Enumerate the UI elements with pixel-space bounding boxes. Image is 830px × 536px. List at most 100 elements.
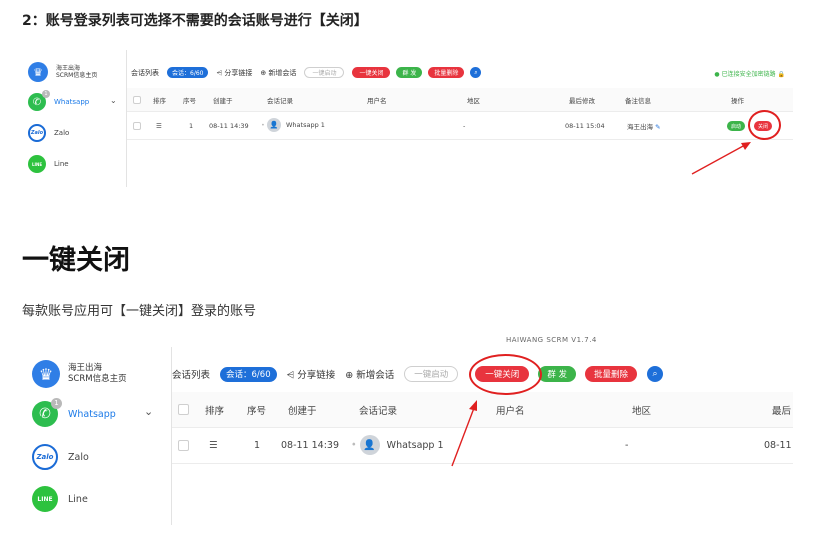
select-all-checkbox[interactable] — [133, 95, 141, 104]
share-link-button[interactable]: ⩤ 分享链接 — [287, 367, 336, 381]
session-count-badge: 会话：6/60 — [167, 67, 209, 78]
highlight-ellipse — [469, 354, 542, 395]
col-header: 排序 — [205, 405, 225, 417]
brand-logo-icon: ♛ — [28, 62, 48, 82]
session-count-badge: 会话：6/60 — [220, 366, 277, 382]
one-click-start-button[interactable]: 一键启动 — [304, 67, 345, 78]
chevron-down-icon[interactable]: ⌄ — [110, 96, 117, 105]
plus-circle-icon: ⊕ — [345, 370, 354, 381]
one-click-start-button[interactable]: 一键启动 — [404, 366, 459, 382]
col-header: 会话记录 — [267, 96, 293, 105]
row-modified: 08-11 15:04 — [565, 121, 605, 130]
sidebar: ♛ 海王出海 SCRM信息主页 ✆ 1 Whatsapp ⌄ Zalo Zalo… — [22, 347, 171, 525]
launch-button[interactable]: 启动 — [727, 121, 746, 131]
sidebar-item-label: Line — [68, 493, 88, 505]
col-header: 序号 — [247, 405, 267, 417]
sidebar-item-zalo[interactable]: Zalo Zalo — [32, 444, 89, 470]
sidebar-item-line[interactable]: LINE Line — [32, 486, 88, 512]
toolbar: 会话列表 会话：6/60 ⩤ 分享链接 ⊕ 新增会话 一键启动 一键关闭 群 发… — [131, 67, 482, 78]
batch-delete-button[interactable]: 批量删除 — [428, 67, 465, 78]
row-index: 1 — [189, 121, 194, 130]
line-icon: LINE — [28, 155, 46, 173]
brand-subtitle: SCRM信息主页 — [56, 72, 98, 79]
lock-icon: 🔒 — [777, 71, 785, 78]
share-link-button[interactable]: ⩤ 分享链接 — [216, 68, 252, 78]
row-region: - — [625, 440, 629, 451]
session-list-label: 会话列表 — [131, 68, 159, 77]
one-click-close-button[interactable]: 一键关闭 — [352, 67, 391, 78]
session-list-label: 会话列表 — [172, 370, 211, 381]
table-row[interactable]: ☰ 1 08-11 14:39 • 👤 Whatsapp 1 - 08-11 1… — [127, 112, 793, 140]
brand-subtitle: SCRM信息主页 — [68, 374, 127, 384]
col-header: 最后修改 — [569, 96, 595, 105]
search-icon[interactable]: ⌕ — [470, 67, 482, 78]
col-header: 会话记录 — [359, 405, 398, 417]
row-checkbox[interactable] — [133, 121, 141, 130]
new-session-button[interactable]: ⊕ 新增会话 — [345, 367, 394, 381]
sidebar-item-label: Whatsapp — [54, 98, 90, 106]
table-row[interactable]: ☰ 1 08-11 14:39 • 👤 Whatsapp 1 - 08-11 — [172, 428, 793, 464]
sidebar-item-zalo[interactable]: Zalo Zalo — [28, 124, 69, 142]
online-dot-icon: ● — [714, 71, 720, 78]
row-checkbox[interactable] — [178, 440, 189, 451]
drag-handle-icon[interactable]: ☰ — [209, 440, 218, 451]
brand: ♛ 海王出海 SCRM信息主页 — [28, 62, 97, 82]
group-send-button[interactable]: 群 发 — [538, 366, 577, 382]
col-header: 用户名 — [367, 96, 387, 105]
section-heading: 一键关闭 — [22, 245, 130, 276]
table-header: 排序 序号 创建于 会话记录 用户名 地区 最后 — [172, 392, 793, 428]
drag-handle-icon[interactable]: ☰ — [156, 122, 162, 130]
status-dot-icon: • — [261, 121, 265, 129]
new-session-button[interactable]: ⊕ 新增会话 — [260, 68, 296, 78]
status-dot-icon: • — [351, 439, 357, 451]
unread-badge: 1 — [51, 398, 62, 409]
share-icon: ⩤ — [216, 68, 223, 77]
col-header: 序号 — [183, 96, 196, 105]
select-all-checkbox[interactable] — [178, 404, 189, 415]
unread-badge: 1 — [42, 90, 50, 98]
step-title: 2：账号登录列表可选择不需要的会话账号进行【关闭】 — [22, 13, 368, 29]
brand-logo-icon: ♛ — [32, 360, 60, 388]
sidebar-item-label: Whatsapp — [68, 408, 116, 420]
table-header: 排序 序号 创建于 会话记录 用户名 地区 最后修改 备注信息 操作 — [127, 88, 793, 112]
col-header: 创建于 — [213, 96, 233, 105]
toolbar: 会话列表 会话：6/60 ⩤ 分享链接 ⊕ 新增会话 一键启动 一键关闭 群 发… — [172, 366, 664, 382]
row-modified: 08-11 — [764, 440, 792, 451]
col-header: 地区 — [467, 96, 480, 105]
row-session: • 👤 Whatsapp 1 — [261, 118, 325, 132]
main-panel: 会话列表 会话：6/60 ⩤ 分享链接 ⊕ 新增会话 一键启动 一键关闭 群 发… — [126, 50, 793, 187]
col-header: 排序 — [153, 96, 166, 105]
sidebar-item-line[interactable]: LINE Line — [28, 155, 69, 173]
top-screenshot: ♛ 海王出海 SCRM信息主页 ✆ 1 Whatsapp ⌄ Zalo Zalo… — [22, 50, 793, 187]
sidebar-item-whatsapp[interactable]: ✆ 1 Whatsapp — [28, 90, 90, 111]
edit-icon[interactable]: ✎ — [655, 123, 660, 131]
sidebar-item-label: Line — [54, 160, 69, 168]
col-header: 操作 — [731, 96, 744, 105]
bottom-screenshot: ♛ 海王出海 SCRM信息主页 ✆ 1 Whatsapp ⌄ Zalo Zalo… — [22, 347, 793, 525]
col-header: 最后 — [772, 405, 792, 417]
line-icon: LINE — [32, 486, 58, 512]
connection-status: ● 已连接安全加密链路 🔒 — [714, 71, 785, 78]
chevron-down-icon[interactable]: ⌄ — [144, 405, 153, 418]
row-remark: 海王出海 ✎ — [627, 122, 661, 131]
sidebar: ♛ 海王出海 SCRM信息主页 ✆ 1 Whatsapp ⌄ Zalo Zalo… — [22, 50, 126, 187]
group-send-button[interactable]: 群 发 — [396, 67, 423, 78]
plus-circle-icon: ⊕ — [260, 68, 267, 77]
search-icon[interactable]: ⌕ — [647, 366, 664, 382]
zalo-icon: Zalo — [32, 444, 58, 470]
sidebar-item-whatsapp[interactable]: ✆ 1 Whatsapp — [32, 398, 116, 427]
share-icon: ⩤ — [286, 370, 295, 381]
whatsapp-icon: ✆ 1 — [28, 90, 50, 111]
col-header: 地区 — [632, 405, 652, 417]
highlight-ellipse — [748, 110, 781, 140]
col-header: 创建于 — [288, 405, 317, 417]
brand-name: 海王出海 — [56, 64, 81, 72]
section-description: 每款账号应用可【一键关闭】登录的账号 — [22, 304, 257, 319]
col-header: 用户名 — [496, 405, 525, 417]
batch-delete-button[interactable]: 批量删除 — [585, 366, 638, 382]
row-index: 1 — [254, 440, 261, 451]
avatar: 👤 — [266, 118, 281, 132]
version-label: HAIWANG SCRM V1.7.4 — [506, 336, 597, 344]
row-created: 08-11 14:39 — [209, 121, 249, 130]
brand: ♛ 海王出海 SCRM信息主页 — [32, 360, 127, 388]
